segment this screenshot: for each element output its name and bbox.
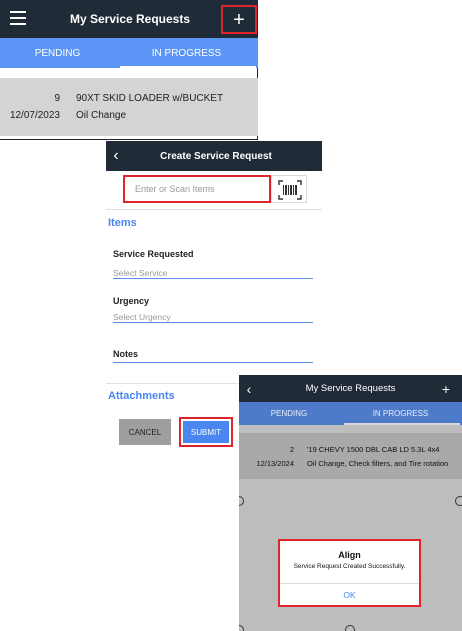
attachments-heading: Attachments bbox=[108, 390, 175, 402]
plus-icon: + bbox=[233, 8, 245, 31]
tab-bar: PENDING IN PROGRESS bbox=[239, 402, 462, 425]
urgency-label: Urgency bbox=[113, 296, 150, 306]
service-requested-label: Service Requested bbox=[113, 249, 194, 259]
cancel-button[interactable]: CANCEL bbox=[119, 419, 171, 445]
row-date: 12/13/2024 bbox=[256, 459, 294, 468]
hamburger-menu-icon[interactable] bbox=[10, 11, 26, 25]
row-equipment-name: '19 CHEVY 1500 DBL CAB LD 5.3L 4x4 bbox=[307, 445, 440, 454]
dialog-title: Align bbox=[338, 550, 361, 560]
back-chevron-icon[interactable]: ‹ bbox=[241, 375, 257, 402]
tab-bar: PENDING IN PROGRESS bbox=[0, 38, 258, 68]
barcode-scan-button[interactable] bbox=[271, 175, 307, 203]
request-row[interactable]: 2 '19 CHEVY 1500 DBL CAB LD 5.3L 4x4 12/… bbox=[239, 433, 462, 479]
tab-in-progress[interactable]: IN PROGRESS bbox=[339, 402, 462, 425]
edge-handle-right bbox=[455, 496, 462, 506]
page-title: My Service Requests bbox=[69, 12, 191, 26]
edge-handle-bottom bbox=[345, 625, 355, 631]
edge-handle-bottom-left bbox=[239, 625, 244, 631]
search-input[interactable]: Enter or Scan Items bbox=[123, 175, 271, 203]
submit-button[interactable]: SUBMIT bbox=[183, 421, 229, 443]
service-placeholder: Select Service bbox=[113, 268, 168, 278]
search-placeholder: Enter or Scan Items bbox=[135, 184, 215, 194]
add-request-button[interactable]: + bbox=[221, 5, 257, 34]
service-select[interactable]: Select Service bbox=[113, 263, 313, 279]
screen-my-service-requests: My Service Requests + PENDING IN PROGRES… bbox=[0, 0, 258, 140]
items-heading: Items bbox=[108, 217, 137, 229]
tab-pending[interactable]: PENDING bbox=[0, 38, 115, 68]
row-date: 12/07/2023 bbox=[9, 110, 60, 121]
app-header: ‹ Create Service Request bbox=[106, 141, 322, 171]
page-title: My Service Requests bbox=[305, 383, 396, 394]
request-row[interactable]: 9 90XT SKID LOADER w/BUCKET 12/07/2023 O… bbox=[0, 78, 258, 136]
urgency-placeholder: Select Urgency bbox=[113, 312, 171, 322]
plus-icon[interactable]: + bbox=[437, 375, 455, 402]
row-service: Oil Change bbox=[76, 110, 127, 121]
tab-in-progress[interactable]: IN PROGRESS bbox=[115, 38, 258, 68]
page-title: Create Service Request bbox=[160, 150, 272, 162]
dialog-message: Service Request Created Successfully. bbox=[293, 563, 406, 570]
divider bbox=[106, 209, 322, 210]
row-equipment-name: 90XT SKID LOADER w/BUCKET bbox=[76, 93, 224, 104]
row-id: 9 bbox=[54, 93, 60, 104]
back-chevron-icon[interactable]: ‹ bbox=[108, 141, 124, 171]
tab-indicator bbox=[120, 66, 256, 68]
ok-button[interactable]: OK bbox=[280, 584, 419, 605]
edge-handle-left bbox=[239, 496, 244, 506]
alert-dialog: Align Service Request Created Successful… bbox=[278, 539, 421, 607]
row-service: Oil Change, Check filters, and Tire rota… bbox=[307, 459, 449, 468]
app-header: ‹ My Service Requests + bbox=[239, 375, 462, 402]
tab-pending[interactable]: PENDING bbox=[239, 402, 339, 425]
barcode-icon bbox=[278, 180, 302, 200]
screen-my-service-requests-confirmation: ‹ My Service Requests + PENDING IN PROGR… bbox=[239, 375, 462, 631]
urgency-select[interactable]: Select Urgency bbox=[113, 307, 313, 323]
tab-indicator bbox=[344, 423, 460, 425]
notes-input[interactable] bbox=[113, 347, 313, 363]
submit-button-highlight: SUBMIT bbox=[179, 417, 233, 447]
row-id: 2 bbox=[289, 445, 294, 454]
app-header: My Service Requests + bbox=[0, 0, 258, 38]
